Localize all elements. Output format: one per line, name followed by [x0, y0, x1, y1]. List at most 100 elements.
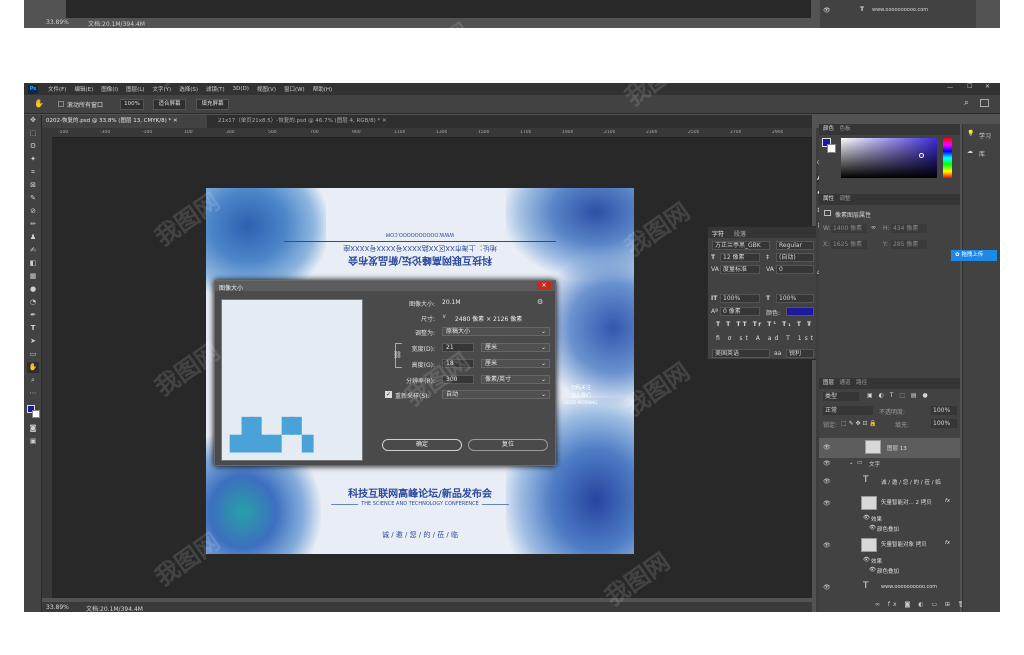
- close-icon[interactable]: ✕: [985, 83, 990, 90]
- menu-edit[interactable]: 编辑(E): [70, 85, 97, 93]
- layer-filter-icons[interactable]: ▣ ◐ T ⬚ ▤ ●: [867, 392, 930, 399]
- quick-mask-icon[interactable]: ◙: [27, 423, 39, 434]
- lightbulb-icon[interactable]: 💡: [967, 130, 974, 137]
- lock-icons[interactable]: ⬚ ✎ ✥ ⊡ 🔒: [841, 420, 877, 427]
- layer-row-group[interactable]: 👁 ⌄ ▭ 文字: [819, 458, 960, 470]
- fit-screen-button[interactable]: 适合屏幕: [153, 99, 186, 110]
- effect-row[interactable]: 👁 颜色叠加: [819, 566, 960, 576]
- resample-select[interactable]: 自动 ⌄: [442, 390, 550, 399]
- eye-icon[interactable]: 👁: [823, 444, 831, 451]
- tracking-field[interactable]: 0: [776, 265, 814, 274]
- layer-kind-filter[interactable]: 类型: [823, 392, 859, 401]
- maximize-icon[interactable]: ☐: [967, 83, 972, 90]
- scroll-all-checkbox[interactable]: [58, 101, 64, 107]
- height-field[interactable]: 18: [442, 359, 474, 368]
- props-h-field[interactable]: 434 像素: [891, 224, 927, 233]
- libraries-label[interactable]: 库: [979, 149, 985, 158]
- tab-layers[interactable]: 图层: [823, 380, 834, 386]
- props-x-field[interactable]: 1625 像素: [831, 240, 867, 249]
- gear-icon[interactable]: ⚙: [537, 298, 543, 306]
- tab-character[interactable]: 字符: [712, 229, 724, 238]
- fit-to-select[interactable]: 原稿大小 ⌄: [442, 327, 550, 336]
- menu-image[interactable]: 图像(I): [97, 85, 122, 93]
- menu-filter[interactable]: 滤镜(T): [202, 85, 229, 93]
- text-color-swatch[interactable]: [786, 307, 814, 316]
- eye-icon[interactable]: 👁: [823, 542, 831, 549]
- anti-alias-select[interactable]: 锐利: [786, 349, 814, 358]
- eyedropper-icon[interactable]: ✎: [27, 193, 39, 204]
- menu-3d[interactable]: 3D(D): [229, 86, 253, 92]
- magic-wand-icon[interactable]: ✦: [27, 154, 39, 165]
- effects-row[interactable]: 👁 效果: [819, 556, 960, 566]
- path-select-icon[interactable]: ➤: [27, 336, 39, 347]
- pen-tool-icon[interactable]: ✒: [27, 310, 39, 321]
- learn-label[interactable]: 学习: [979, 131, 991, 140]
- menu-type[interactable]: 文字(Y): [149, 85, 176, 93]
- horizontal-scale-field[interactable]: 100%: [776, 294, 814, 303]
- opentype-buttons[interactable]: ﬁ σ st A ad T 1st ½: [716, 335, 830, 342]
- height-unit-select[interactable]: 厘米 ⌄: [481, 359, 550, 368]
- ok-button[interactable]: 确定: [382, 439, 462, 451]
- menu-layer[interactable]: 图层(L): [122, 85, 148, 93]
- menu-help[interactable]: 帮助(H): [309, 85, 336, 93]
- close-icon[interactable]: ✕: [173, 118, 178, 124]
- tab-adjustments[interactable]: 调整: [840, 196, 851, 202]
- hand-tool-icon[interactable]: ✋: [34, 99, 44, 108]
- layer-row-smart[interactable]: 👁 矢量智能对象 拷贝 fx: [819, 536, 960, 556]
- eye-icon[interactable]: 👁: [869, 567, 876, 573]
- crop-tool-icon[interactable]: ⌗: [27, 167, 39, 178]
- menu-view[interactable]: 视图(V): [253, 85, 280, 93]
- kerning-field[interactable]: 度量标准: [720, 265, 760, 274]
- color-picker-ring[interactable]: [919, 153, 924, 158]
- libraries-icon[interactable]: ☁: [967, 148, 973, 155]
- props-w-field[interactable]: 1400 像素: [831, 224, 867, 233]
- opacity-field[interactable]: 100%: [931, 406, 957, 415]
- resample-checkbox[interactable]: ✓: [385, 391, 392, 398]
- layer-footer-icons[interactable]: ∞ fx ◙ ◐ ▭ ⊞ 🗑: [875, 601, 968, 608]
- chevron-down-icon[interactable]: ∨: [442, 313, 446, 320]
- font-style-select[interactable]: Regular: [776, 241, 814, 250]
- eye-icon[interactable]: 👁: [823, 500, 831, 507]
- ps-logo[interactable]: Ps: [28, 84, 38, 94]
- tab-second-doc[interactable]: 21x17（单页21x8.5）-恢复的.psd @ 46.7% (图层 4, R…: [214, 115, 404, 128]
- eraser-tool-icon[interactable]: ◧: [27, 258, 39, 269]
- dodge-tool-icon[interactable]: ◔: [27, 297, 39, 308]
- tab-paths[interactable]: 路径: [856, 380, 867, 386]
- tab-color[interactable]: 颜色: [823, 126, 834, 132]
- layer-row-text[interactable]: 👁 T www.oooooooooo.com: [819, 578, 960, 598]
- link-icon[interactable]: ∞: [871, 224, 876, 231]
- tab-swatches[interactable]: 色板: [840, 126, 851, 132]
- tab-channels[interactable]: 通道: [840, 380, 851, 386]
- type-tool-icon[interactable]: T: [27, 323, 39, 334]
- eye-icon[interactable]: 👁: [869, 525, 876, 531]
- language-select[interactable]: 美国英语: [712, 349, 770, 358]
- eye-icon[interactable]: 👁: [823, 478, 831, 485]
- font-family-select[interactable]: 方正兰亭黑_GBK: [712, 241, 770, 250]
- marquee-tool-icon[interactable]: ⬚: [27, 128, 39, 139]
- brush-tool-icon[interactable]: ✏: [27, 219, 39, 230]
- color-field[interactable]: [841, 138, 937, 178]
- workspace-icon[interactable]: [980, 99, 989, 107]
- menu-file[interactable]: 文件(F): [44, 85, 70, 93]
- effect-row[interactable]: 👁 颜色叠加: [819, 524, 960, 534]
- eye-icon[interactable]: 👁: [863, 557, 870, 563]
- font-size-field[interactable]: 12 像素: [720, 253, 760, 262]
- dialog-close-icon[interactable]: ✕: [537, 282, 551, 290]
- vertical-scale-field[interactable]: 100%: [720, 294, 760, 303]
- blur-tool-icon[interactable]: ●: [27, 284, 39, 295]
- fill-screen-button[interactable]: 填充屏幕: [196, 99, 229, 110]
- reset-button[interactable]: 复位: [468, 439, 548, 451]
- fx-icon[interactable]: fx: [945, 540, 950, 546]
- close-icon[interactable]: ✕: [382, 118, 387, 124]
- gradient-tool-icon[interactable]: ▦: [27, 271, 39, 282]
- more-tools-icon[interactable]: ⋯: [27, 388, 39, 399]
- eye-icon[interactable]: 👁: [823, 7, 831, 14]
- blend-mode-select[interactable]: 正常: [823, 406, 873, 415]
- minimize-icon[interactable]: —: [947, 84, 953, 91]
- top-layer-name[interactable]: www.oooooooooo.com: [872, 7, 928, 13]
- move-tool-icon[interactable]: ✥: [27, 115, 39, 126]
- leading-field[interactable]: (自动): [776, 253, 814, 262]
- eye-icon[interactable]: 👁: [823, 584, 831, 591]
- eye-icon[interactable]: 👁: [863, 515, 870, 521]
- text-style-buttons[interactable]: T T TT Tr T¹ T₁ T Ŧ: [716, 321, 813, 328]
